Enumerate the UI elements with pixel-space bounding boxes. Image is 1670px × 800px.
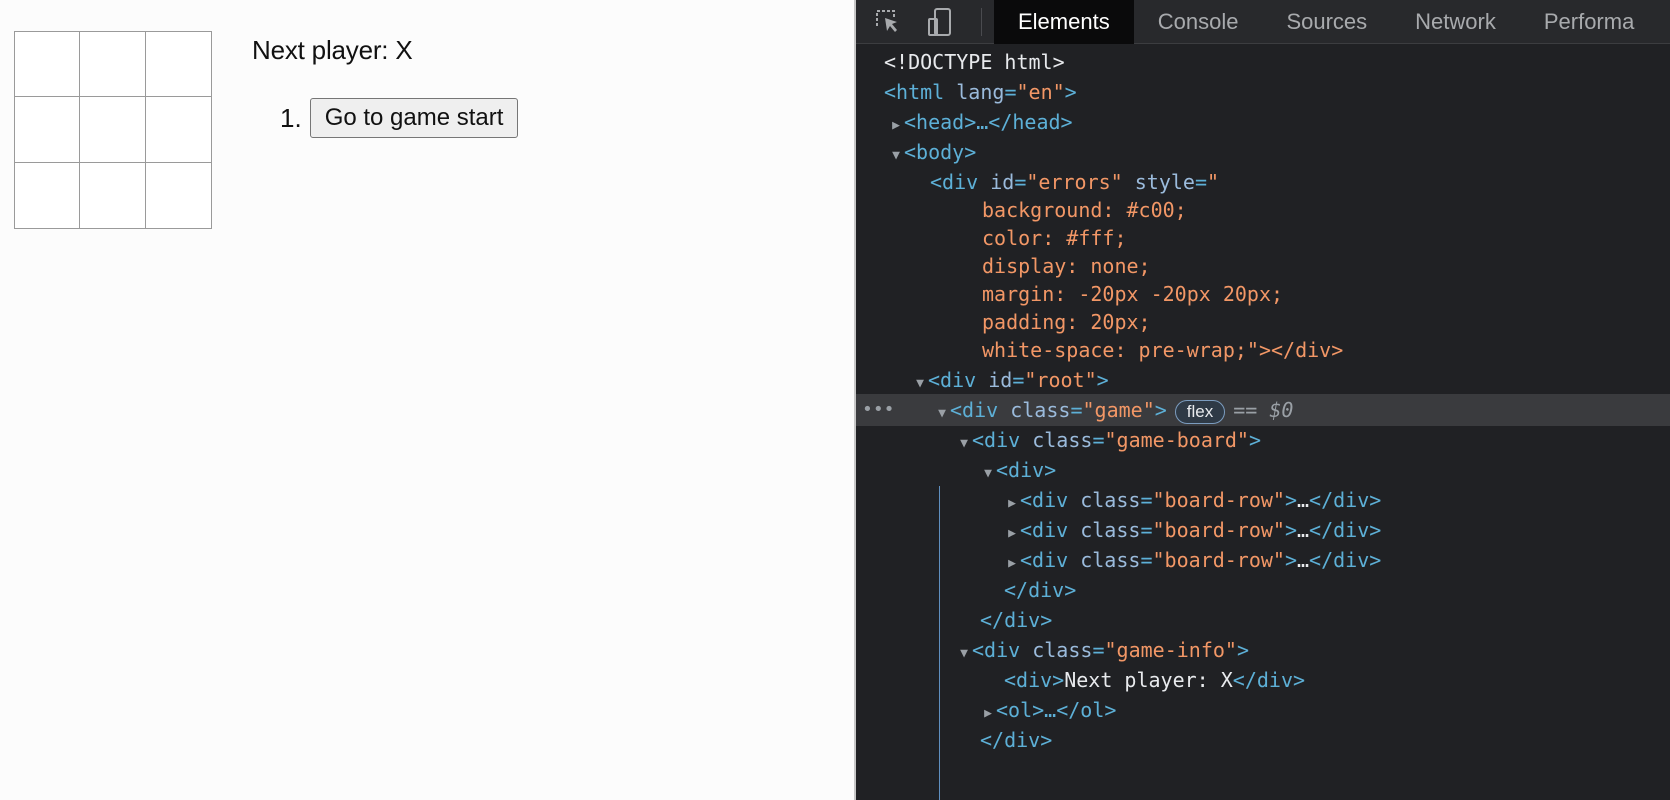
dom-node-board-row[interactable]: ▶ <div class="board-row">…</div>: [1004, 514, 1670, 546]
app-viewport: Next player: X 1. Go to game start: [0, 0, 854, 800]
dom-tree: <!DOCTYPE html> <html lang="en"> ▶ <head>…: [856, 44, 1670, 800]
tab-performance[interactable]: Performa: [1520, 0, 1658, 44]
board-square[interactable]: [145, 162, 211, 228]
dom-node-body[interactable]: ▼ <body>: [888, 136, 1670, 168]
selected-node-marker: == $0: [1233, 398, 1294, 422]
dom-node-game-board[interactable]: ▼ <div class="game-board">: [956, 424, 1670, 456]
devtools-toolbar: Elements Console Sources Network Perform…: [856, 0, 1670, 44]
dom-node-game-info[interactable]: ▼ <div class="game-info">: [956, 634, 1670, 666]
tab-console[interactable]: Console: [1134, 0, 1263, 44]
dom-node-board-row[interactable]: ▶ <div class="board-row">…</div>: [1004, 484, 1670, 516]
collapse-arrow-icon[interactable]: ▼: [934, 398, 950, 430]
nesting-guide: [939, 486, 940, 800]
move-list: 1. Go to game start: [280, 98, 519, 138]
go-to-game-start-button[interactable]: Go to game start: [309, 98, 519, 138]
tab-network[interactable]: Network: [1391, 0, 1520, 44]
inspect-element-icon[interactable]: [872, 6, 904, 38]
dom-node-next-player[interactable]: <div>Next player: X</div>: [1004, 664, 1670, 696]
toolbar-separator: [981, 8, 982, 36]
board-square[interactable]: [15, 162, 81, 228]
dom-node-close[interactable]: </div>: [980, 724, 1670, 756]
dom-node-html[interactable]: <html lang="en">: [884, 76, 1670, 108]
board-square[interactable]: [15, 97, 81, 163]
collapse-arrow-icon[interactable]: ▼: [980, 458, 996, 490]
collapse-arrow-icon[interactable]: ▼: [888, 140, 904, 172]
board-square[interactable]: [80, 162, 146, 228]
game-status: Next player: X: [252, 35, 413, 65]
css-line: white-space: pre-wrap;"></div>: [982, 338, 1344, 362]
devtools-panel: Elements Console Sources Network Perform…: [856, 0, 1670, 800]
dom-node-head[interactable]: ▶ <head>…</head>: [888, 106, 1670, 138]
board-square[interactable]: [15, 32, 81, 98]
dom-node-ol[interactable]: ▶ <ol>…</ol>: [980, 694, 1670, 726]
more-options-icon[interactable]: •••: [862, 394, 895, 426]
collapse-arrow-icon[interactable]: ▼: [956, 638, 972, 670]
dom-node-doctype[interactable]: <!DOCTYPE html>: [884, 46, 1670, 78]
dom-node-root[interactable]: ▼ <div id="root">: [912, 364, 1670, 396]
dom-node-close[interactable]: </div>: [980, 604, 1670, 636]
game-board: [14, 31, 212, 229]
tab-sources[interactable]: Sources: [1262, 0, 1391, 44]
board-square[interactable]: [145, 32, 211, 98]
collapse-arrow-icon[interactable]: ▼: [956, 428, 972, 460]
dom-node-inner-div[interactable]: ▼ <div>: [980, 454, 1670, 486]
dom-node-game-selected[interactable]: ••• ▼ <div class="game"> flex == $0: [856, 394, 1670, 426]
move-number: 1.: [280, 102, 302, 133]
flex-badge[interactable]: flex: [1174, 399, 1226, 424]
dom-node-close[interactable]: </div>: [1004, 574, 1670, 606]
board-square[interactable]: [80, 32, 146, 98]
board-square[interactable]: [145, 97, 211, 163]
devtools-tabs: Elements Console Sources Network Perform…: [994, 0, 1658, 44]
tab-elements[interactable]: Elements: [994, 0, 1134, 44]
dom-node-board-row[interactable]: ▶ <div class="board-row">…</div>: [1004, 544, 1670, 576]
board-square[interactable]: [80, 97, 146, 163]
device-toolbar-icon[interactable]: [924, 6, 956, 38]
move-item: 1. Go to game start: [280, 98, 519, 138]
